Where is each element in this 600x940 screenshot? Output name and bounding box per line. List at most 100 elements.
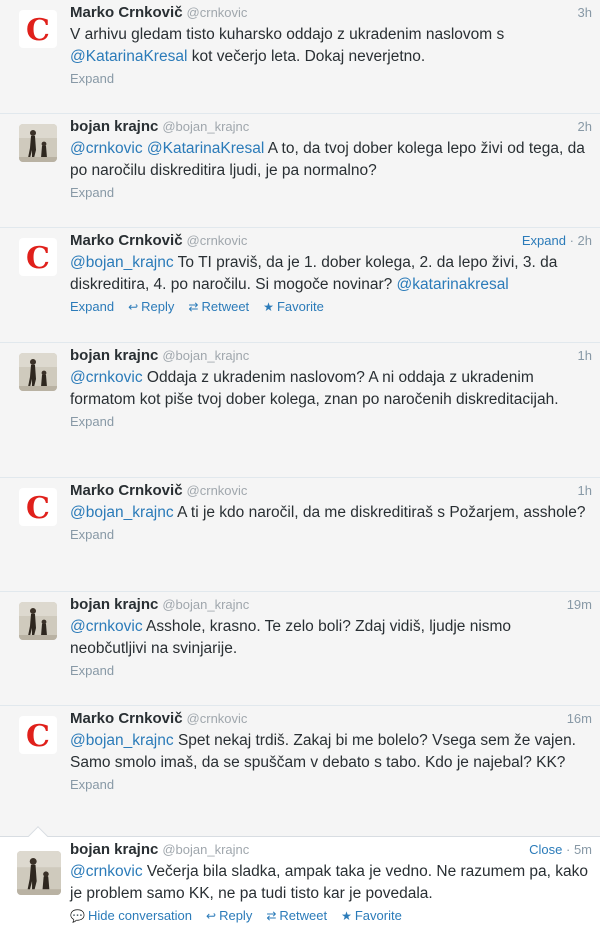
profile-photo — [19, 353, 57, 391]
tweet[interactable]: bojan krajnc @bojan_krajnc 1h @crnkovic Odd… — [0, 342, 600, 477]
tweet-timestamp[interactable]: 19m — [567, 597, 592, 612]
mention-link[interactable]: @bojan_krajnc — [70, 504, 174, 521]
tweet-timestamp[interactable]: 2h — [578, 233, 592, 248]
user-fullname[interactable]: Marko Crnkovič — [70, 4, 183, 21]
tweet-actions: Expand ↩ Reply ⇄ Retweet ★ Favorite — [70, 297, 592, 317]
tweet-text-part: Oddaja z ukradenim naslovom? A ni oddaja… — [70, 369, 559, 408]
tweet-actions: 💬 Hide conversation ↩ Reply ⇄ Retweet ★ Favorit… — [70, 906, 592, 926]
reply-action[interactable]: ↩ Reply — [206, 908, 252, 923]
tweet-timestamp[interactable]: 5m — [574, 842, 592, 857]
tweet[interactable]: bojan krajnc @bojan_krajnc Close · 5m @crnk… — [0, 826, 600, 940]
expand-action-label: Hide conversation — [87, 908, 193, 923]
svg-text:C: C — [26, 719, 50, 754]
tweet-header: bojan krajnc @bojan_krajnc 2h — [70, 116, 592, 138]
tweet-text: @bojan_krajnc To TI praviš, da je 1. dob… — [70, 252, 592, 296]
retweet-action[interactable]: ⇄ Retweet — [188, 299, 249, 314]
user-handle[interactable]: @bojan_krajnc — [162, 597, 249, 612]
tweet[interactable]: C Marko Crnkovič @crnkovic 3h V arhivu gleda… — [0, 0, 600, 113]
star-icon: ★ — [263, 300, 274, 314]
tweet[interactable]: C Marko Crnkovič @crnkovic Expand · 2h @boja… — [0, 227, 600, 342]
user-fullname[interactable]: Marko Crnkovič — [70, 232, 183, 249]
mention-link[interactable]: @crnkovic — [70, 369, 143, 386]
user-handle[interactable]: @crnkovic — [187, 483, 248, 498]
mention-link[interactable]: @KatarinaKresal — [70, 48, 187, 65]
tweet-content: bojan krajnc @bojan_krajnc 2h @crnkovic @Ka… — [70, 116, 592, 203]
expand-link[interactable]: Expand — [70, 69, 592, 89]
user-handle[interactable]: @bojan_krajnc — [162, 119, 249, 134]
expand-action[interactable]: 💬 Hide conversation — [70, 908, 192, 923]
tweet-timestamp[interactable]: 2h — [578, 119, 592, 134]
mention-link[interactable]: @bojan_krajnc — [70, 732, 174, 749]
user-handle[interactable]: @crnkovic — [187, 233, 248, 248]
expand-link[interactable]: Expand — [70, 661, 592, 681]
tweet-timestamp[interactable]: 1h — [578, 483, 592, 498]
svg-text:C: C — [26, 241, 50, 276]
tweet-timestamp[interactable]: 3h — [578, 5, 592, 20]
tweet-content: bojan krajnc @bojan_krajnc 19m @crnkovic As… — [70, 594, 592, 681]
retweet-action[interactable]: ⇄ Retweet — [266, 908, 327, 923]
tweet-text-part: Večerja bila sladka, ampak taka je vedno… — [70, 863, 589, 902]
user-fullname[interactable]: Marko Crnkovič — [70, 710, 183, 727]
tweet-time-wrap: Expand · 2h — [522, 230, 592, 252]
user-fullname[interactable]: bojan krajnc — [70, 118, 158, 135]
tweet-content: bojan krajnc @bojan_krajnc 1h @crnkovic Odd… — [70, 345, 592, 432]
expand-link[interactable]: Expand — [70, 412, 592, 432]
mention-link[interactable]: @KatarinaKresal — [147, 140, 264, 157]
avatar[interactable] — [17, 851, 61, 895]
avatar[interactable] — [19, 353, 57, 391]
c-logo-icon: C — [19, 716, 57, 754]
svg-text:C: C — [26, 491, 50, 526]
mention-link[interactable]: @crnkovic — [70, 618, 143, 635]
mention-link[interactable]: @crnkovic — [70, 863, 143, 880]
tweet-header: Marko Crnkovič @crnkovic 1h — [70, 480, 592, 502]
user-handle[interactable]: @bojan_krajnc — [162, 842, 249, 857]
avatar[interactable]: C — [19, 716, 57, 754]
reply-icon: ↩ — [206, 909, 217, 923]
tweet[interactable]: C Marko Crnkovič @crnkovic 1h @bojan_krajnc … — [0, 477, 600, 591]
user-handle[interactable]: @crnkovic — [187, 711, 248, 726]
avatar[interactable]: C — [19, 488, 57, 526]
user-fullname[interactable]: bojan krajnc — [70, 347, 158, 364]
tweet-text: @bojan_krajnc A ti je kdo naročil, da me… — [70, 502, 592, 524]
tweet-header: bojan krajnc @bojan_krajnc 19m — [70, 594, 592, 616]
favorite-action[interactable]: ★ Favorite — [263, 299, 324, 314]
tweet-time-wrap: Close · 5m — [529, 839, 592, 861]
reply-action[interactable]: ↩ Reply — [128, 299, 174, 314]
mention-link[interactable]: @crnkovic — [70, 140, 143, 157]
user-handle[interactable]: @bojan_krajnc — [162, 348, 249, 363]
c-logo-icon: C — [19, 238, 57, 276]
user-handle[interactable]: @crnkovic — [187, 5, 248, 20]
tweet-time-wrap: 19m — [567, 594, 592, 616]
tweet-time-wrap: 2h — [578, 116, 592, 138]
close-link[interactable]: Close — [529, 842, 562, 857]
separator-dot: · — [565, 233, 578, 248]
tweet[interactable]: C Marko Crnkovič @crnkovic 16m @bojan_krajnc… — [0, 705, 600, 836]
tweet[interactable]: bojan krajnc @bojan_krajnc 2h @crnkovic @Ka… — [0, 113, 600, 227]
user-fullname[interactable]: bojan krajnc — [70, 841, 158, 858]
tweet-time-wrap: 3h — [578, 2, 592, 24]
avatar[interactable] — [19, 602, 57, 640]
avatar[interactable] — [19, 124, 57, 162]
retweet-action-label: Retweet — [279, 908, 328, 923]
expand-link[interactable]: Expand — [70, 183, 592, 203]
expand-link[interactable]: Expand — [522, 233, 566, 248]
favorite-action[interactable]: ★ Favorite — [341, 908, 402, 923]
expand-action[interactable]: Expand — [70, 299, 114, 314]
tweet-timestamp[interactable]: 1h — [578, 348, 592, 363]
mention-link[interactable]: @katarinakresal — [397, 276, 509, 293]
expand-link[interactable]: Expand — [70, 525, 592, 545]
tweet-timestamp[interactable]: 16m — [567, 711, 592, 726]
expand-link[interactable]: Expand — [70, 775, 592, 795]
avatar[interactable]: C — [19, 238, 57, 276]
avatar[interactable]: C — [19, 10, 57, 48]
tweet[interactable]: bojan krajnc @bojan_krajnc 19m @crnkovic As… — [0, 591, 600, 705]
reply-action-label: Reply — [219, 908, 253, 923]
user-fullname[interactable]: bojan krajnc — [70, 596, 158, 613]
user-fullname[interactable]: Marko Crnkovič — [70, 482, 183, 499]
tweet-content: Marko Crnkovič @crnkovic 1h @bojan_krajnc A… — [70, 480, 592, 545]
mention-link[interactable]: @bojan_krajnc — [70, 254, 174, 271]
speech-bubble-icon: 💬 — [70, 909, 85, 923]
c-logo-icon: C — [19, 10, 57, 48]
tweet-header: bojan krajnc @bojan_krajnc Close · 5m — [70, 839, 592, 861]
profile-photo — [19, 602, 57, 640]
